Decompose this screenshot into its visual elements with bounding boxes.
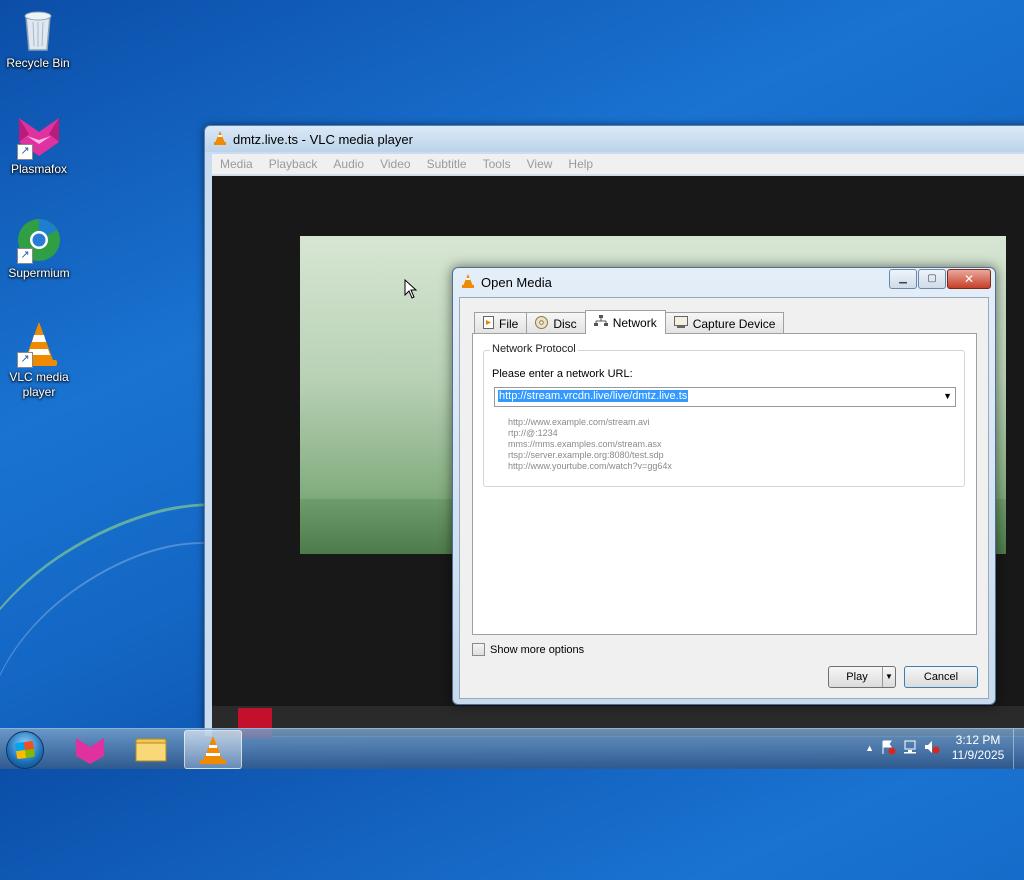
desktop-icon-supermium[interactable]: ↗ Supermium: [1, 216, 77, 281]
menu-view[interactable]: View: [527, 157, 553, 171]
vlc-menu-bar: Media Playback Audio Video Subtitle Tool…: [212, 154, 1024, 175]
menu-subtitle[interactable]: Subtitle: [427, 157, 467, 171]
capture-device-icon: [673, 316, 688, 331]
play-button-label: Play: [846, 671, 868, 683]
volume-muted-icon[interactable]: [924, 739, 940, 758]
tab-label: Capture Device: [692, 316, 776, 331]
show-more-options[interactable]: Show more options: [472, 643, 584, 656]
network-status-icon[interactable]: [902, 739, 918, 758]
play-dropdown-chevron-icon[interactable]: ▼: [882, 667, 895, 687]
menu-video[interactable]: Video: [380, 157, 410, 171]
desktop-icon-label: Supermium: [8, 266, 70, 280]
network-url-input[interactable]: http://stream.vrcdn.live/live/dmtz.live.…: [494, 387, 956, 407]
mouse-cursor-icon: [404, 278, 418, 302]
open-media-dialog[interactable]: Open Media ▁ ▢ ✕ File Disc Network Captu…: [452, 267, 996, 705]
network-protocol-group: Network Protocol Please enter a network …: [483, 343, 965, 487]
vlc-cone-icon: [213, 130, 227, 148]
file-icon: [483, 315, 494, 332]
example-line: http://www.example.com/stream.avi: [508, 417, 650, 427]
desktop-icon-label: Recycle Bin: [6, 56, 70, 70]
example-line: rtp://@:1234: [508, 428, 558, 438]
show-hidden-icons-icon[interactable]: ▲: [865, 743, 874, 753]
example-line: http://www.yourtube.com/watch?v=gg64x: [508, 461, 672, 471]
show-more-options-label: Show more options: [490, 643, 585, 656]
shortcut-arrow-icon: ↗: [17, 352, 33, 368]
menu-help[interactable]: Help: [568, 157, 593, 171]
taskbar: ▲ 3:12 PM 11/9/2025: [0, 728, 1024, 769]
plasmafox-icon: [76, 738, 104, 764]
show-more-options-checkbox[interactable]: [472, 643, 485, 656]
minimize-button[interactable]: ▁: [889, 269, 917, 289]
vlc-icon: [200, 736, 226, 764]
menu-media[interactable]: Media: [220, 157, 253, 171]
tab-bar: File Disc Network Capture Device: [474, 310, 785, 334]
taskbar-file-explorer[interactable]: [123, 730, 179, 767]
play-button[interactable]: Play ▼: [828, 666, 896, 688]
vlc-title-bar[interactable]: dmtz.live.ts - VLC media player: [205, 126, 1024, 152]
tab-label: Disc: [553, 316, 577, 331]
menu-audio[interactable]: Audio: [333, 157, 364, 171]
shortcut-arrow-icon: ↗: [17, 248, 33, 264]
desktop-icon-label: Plasmafox: [10, 162, 68, 176]
start-button[interactable]: [6, 731, 44, 769]
vlc-cone-icon: [461, 273, 475, 291]
tab-disc[interactable]: Disc: [526, 312, 586, 334]
cancel-button-label: Cancel: [923, 671, 959, 683]
menu-playback[interactable]: Playback: [269, 157, 318, 171]
recycle-bin-icon: [14, 6, 62, 54]
tab-network[interactable]: Network: [584, 310, 666, 334]
tab-capture-device[interactable]: Capture Device: [664, 312, 785, 334]
network-icon: [593, 315, 608, 330]
desktop-icon-label: VLC media player: [9, 370, 69, 399]
dialog-body: File Disc Network Capture Device Network…: [459, 297, 989, 699]
close-button[interactable]: ✕: [947, 269, 991, 289]
tab-label: Network: [612, 315, 657, 330]
cancel-button[interactable]: Cancel: [904, 666, 978, 688]
desktop-icon-recycle-bin[interactable]: Recycle Bin: [0, 6, 76, 71]
taskbar-vlc[interactable]: [184, 730, 242, 769]
url-value: http://stream.vrcdn.live/live/dmtz.live.…: [498, 390, 689, 402]
group-title: Network Protocol: [490, 343, 578, 355]
desktop-icon-plasmafox[interactable]: ↗ Plasmafox: [1, 112, 77, 177]
clock-date: 11/9/2025: [951, 748, 1005, 762]
shortcut-arrow-icon: ↗: [17, 144, 33, 160]
window-controls: ▁ ▢ ✕: [888, 269, 991, 289]
supermium-icon: ↗: [15, 216, 63, 264]
tab-label: File: [499, 316, 519, 331]
vlc-window-title: dmtz.live.ts - VLC media player: [233, 131, 413, 147]
tab-file[interactable]: File: [474, 312, 528, 334]
clock-time: 3:12 PM: [955, 733, 1001, 747]
desktop-icon-vlc[interactable]: ↗ VLC media player: [1, 320, 77, 400]
url-examples: http://www.example.com/stream.avi rtp://…: [508, 417, 672, 472]
system-tray: ▲ 3:12 PM 11/9/2025: [865, 733, 1010, 763]
show-desktop-button[interactable]: [1013, 729, 1024, 769]
plasmafox-icon: ↗: [15, 112, 63, 160]
folder-icon: [135, 738, 167, 762]
url-prompt: Please enter a network URL:: [492, 368, 633, 380]
chevron-down-icon[interactable]: ▼: [943, 391, 952, 401]
network-tab-panel: Network Protocol Please enter a network …: [472, 333, 977, 635]
windows-logo-icon: [14, 740, 36, 760]
taskbar-clock[interactable]: 3:12 PM 11/9/2025: [946, 733, 1010, 763]
example-line: mms://mms.examples.com/stream.asx: [508, 439, 662, 449]
example-line: rtsp://server.example.org:8080/test.sdp: [508, 450, 664, 460]
maximize-button[interactable]: ▢: [918, 269, 946, 289]
taskbar-plasmafox[interactable]: [62, 730, 118, 767]
menu-tools[interactable]: Tools: [483, 157, 511, 171]
vlc-icon: ↗: [15, 320, 63, 368]
action-center-flag-icon[interactable]: [880, 739, 896, 758]
dialog-title: Open Media: [481, 274, 552, 290]
disc-icon: [535, 315, 549, 332]
